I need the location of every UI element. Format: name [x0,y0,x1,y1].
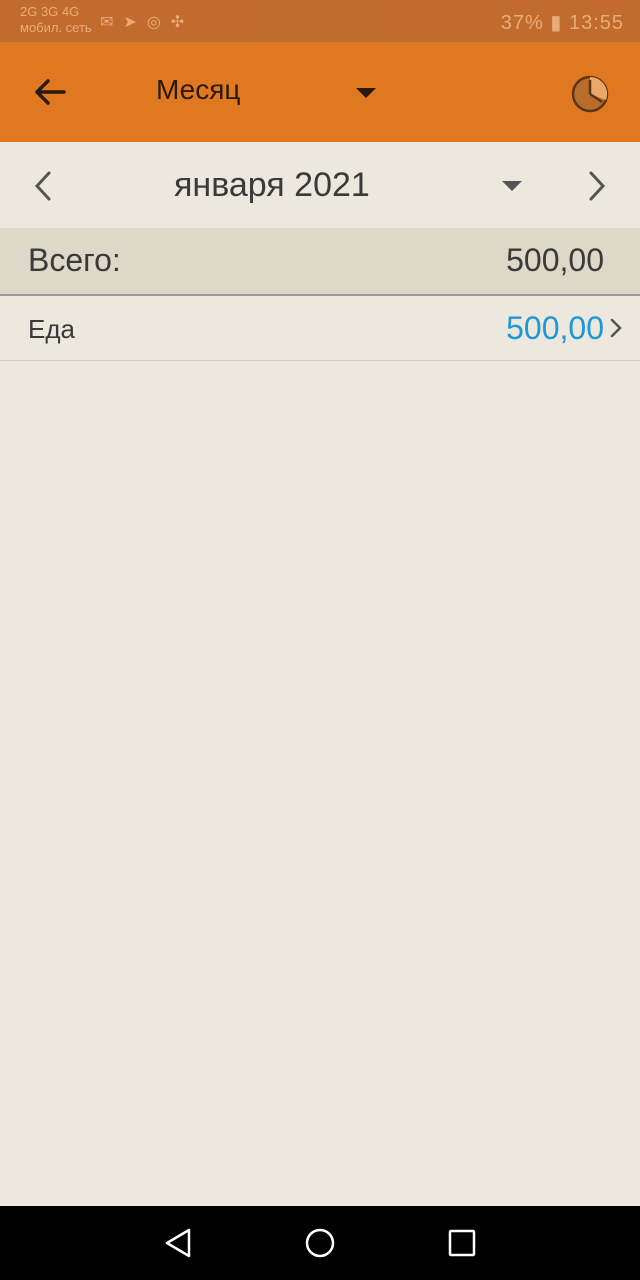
arrow-left-icon [35,79,66,105]
date-label[interactable]: января 2021 [174,166,370,205]
triangle-back-icon [165,1228,191,1258]
category-value: 500,00 [506,310,604,346]
nav-back-button[interactable] [158,1223,198,1263]
back-button[interactable] [26,72,74,112]
notification-icon: ✉ [100,14,114,31]
period-title[interactable]: Месяц [156,74,240,106]
status-bar: 2G 3G 4G мобил. сеть ✉ ➤ ◎ ✣ 37% ▮ 13:55 [0,0,640,42]
next-period-button[interactable] [582,168,612,204]
category-label: Еда [28,314,75,344]
status-notification-icons: ✉ ➤ ◎ ✣ [100,12,184,32]
status-carrier-line2: мобил. сеть [20,20,92,35]
app-toolbar: Месяц [0,42,640,142]
circle-home-icon [305,1228,335,1258]
chevron-right-icon [589,171,606,201]
telegram-icon: ➤ [123,14,137,31]
notification-icon: ◎ [146,14,161,31]
list-item[interactable]: Еда 500,00 [0,296,640,361]
date-dropdown-caret-icon[interactable] [502,181,522,191]
nav-recents-button[interactable] [442,1223,482,1263]
prev-period-button[interactable] [28,168,58,204]
period-dropdown-caret-icon[interactable] [356,88,376,98]
total-label: Всего: [28,242,121,278]
chevron-right-icon [610,318,622,338]
notification-icon: ✣ [170,14,185,31]
total-row: Всего: 500,00 [0,228,640,296]
square-recents-icon [448,1229,476,1257]
system-nav-bar [0,1206,640,1280]
clock-icon [571,75,609,113]
history-button[interactable] [570,74,610,114]
date-selector: января 2021 [0,142,640,228]
total-value: 500,00 [506,242,604,278]
status-battery-time: 37% ▮ 13:55 [500,12,624,34]
nav-home-button[interactable] [300,1223,340,1263]
status-carrier-line1: 2G 3G 4G [20,4,80,19]
chevron-left-icon [34,171,51,201]
status-carrier: 2G 3G 4G мобил. сеть [20,4,92,36]
